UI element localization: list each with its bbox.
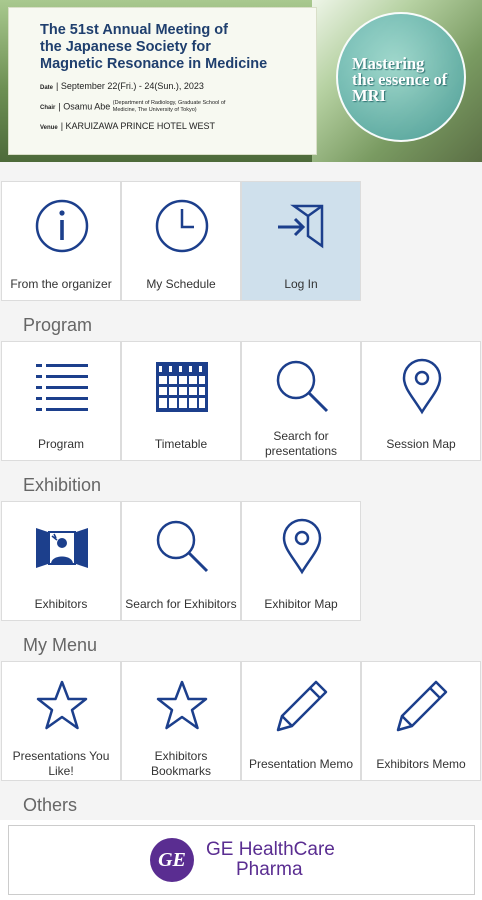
- date-value: September 22(Fri.) - 24(Sun.), 2023: [60, 81, 204, 91]
- tile-label: Log In: [284, 277, 318, 291]
- chair-row: Chair | Osamu Abe (Department of Radiolog…: [40, 100, 306, 115]
- tile-log-in[interactable]: Log In: [241, 181, 361, 301]
- title-line-2: the Japanese Society for: [40, 39, 211, 55]
- date-row: Date | September 22(Fri.) - 24(Sun.), 202…: [40, 81, 204, 91]
- tagline-badge: Mastering the essence of MRI: [336, 12, 466, 142]
- tile-program[interactable]: Program: [1, 341, 121, 461]
- tile-label: Exhibitors: [34, 597, 88, 611]
- tile-label: Program: [37, 437, 84, 451]
- title-line-3: Magnetic Resonance in Medicine: [40, 56, 268, 72]
- exhibitor-booth-icon: [32, 516, 92, 576]
- tile-label: Exhibitor Map: [264, 597, 338, 611]
- tagline-line-3: MRI: [352, 86, 386, 105]
- star-icon: [32, 676, 92, 736]
- star-icon: [152, 676, 212, 736]
- calendar-icon: [152, 356, 212, 416]
- tile-label: Search for presentations: [264, 429, 338, 458]
- info-icon: [32, 196, 92, 256]
- tile-search-for-presentations[interactable]: Search for presentations: [241, 341, 361, 461]
- search-icon: [152, 516, 212, 576]
- tile-label: Timetable: [154, 437, 208, 451]
- tile-exhibitor-map[interactable]: Exhibitor Map: [241, 501, 361, 621]
- section-title-my-menu: My Menu: [23, 635, 98, 655]
- chair-key: Chair: [40, 105, 56, 112]
- tile-label: My Schedule: [146, 277, 216, 291]
- section-title-program: Program: [23, 315, 93, 335]
- footer-ad-area: GE GE HealthCare Pharma: [0, 820, 482, 900]
- login-icon: [272, 196, 332, 256]
- tile-presentation-memo[interactable]: Presentation Memo: [241, 661, 361, 781]
- banner-info-panel: The 51st Annual Meeting of the Japanese …: [8, 7, 317, 155]
- exhibition-row: Exhibitors Search for Exhibitors Exhibit…: [0, 501, 482, 621]
- tile-search-for-exhibitors[interactable]: Search for Exhibitors: [121, 501, 241, 621]
- tile-label: Session Map: [386, 437, 456, 451]
- tile-label: Exhibitors Memo: [376, 757, 466, 771]
- date-key: Date: [40, 85, 54, 91]
- section-title-exhibition: Exhibition: [23, 475, 102, 495]
- brand-line-1: GE HealthCare: [206, 839, 335, 860]
- sponsor-ad-banner[interactable]: GE GE HealthCare Pharma: [8, 825, 475, 895]
- chair-value: Osamu Abe: [63, 101, 111, 112]
- map-pin-icon: [392, 356, 452, 416]
- sponsor-brand: GE HealthCare Pharma: [206, 840, 335, 880]
- conference-title: The 51st Annual Meeting of the Japanese …: [40, 22, 306, 73]
- tile-label: Search for Exhibitors: [125, 597, 237, 611]
- tile-timetable[interactable]: Timetable: [121, 341, 241, 461]
- tile-from-the-organizer[interactable]: From the organizer: [1, 181, 121, 301]
- tile-exhibitors-memo[interactable]: Exhibitors Memo: [361, 661, 481, 781]
- tile-label: Presentation Memo: [248, 757, 354, 771]
- tile-my-schedule[interactable]: My Schedule: [121, 181, 241, 301]
- search-icon: [272, 356, 332, 416]
- tile-label: Presentations You Like!: [12, 749, 110, 778]
- brand-line-2: Pharma: [236, 859, 303, 880]
- tile-label: Exhibitors Bookmarks: [150, 749, 212, 778]
- ge-logo-icon: GE: [150, 838, 194, 882]
- tile-label: From the organizer: [10, 277, 112, 291]
- pencil-icon: [392, 676, 452, 736]
- title-line-1: The 51st Annual Meeting of: [40, 22, 228, 38]
- tile-session-map[interactable]: Session Map: [361, 341, 481, 461]
- my-menu-row: Presentations You Like! Exhibitors Bookm…: [0, 661, 482, 781]
- venue-value: KARUIZAWA PRINCE HOTEL WEST: [65, 121, 216, 132]
- venue-row: Venue | KARUIZAWA PRINCE HOTEL WEST: [40, 121, 216, 132]
- program-row: Program Timetable Search for presentatio…: [0, 341, 482, 461]
- chair-note: (Department of Radiology, Graduate Schoo…: [112, 100, 226, 113]
- clock-icon: [152, 196, 212, 256]
- section-title-others: Others: [23, 795, 78, 815]
- tile-exhibitors-bookmarks[interactable]: Exhibitors Bookmarks: [121, 661, 241, 781]
- conference-banner: The 51st Annual Meeting of the Japanese …: [0, 0, 482, 162]
- venue-key: Venue: [40, 125, 58, 132]
- list-icon: [32, 356, 92, 416]
- tile-exhibitors[interactable]: Exhibitors: [1, 501, 121, 621]
- tile-presentations-you-like[interactable]: Presentations You Like!: [1, 661, 121, 781]
- pencil-icon: [272, 676, 332, 736]
- map-pin-icon: [272, 516, 332, 576]
- top-menu-row: From the organizer My Schedule Log In: [0, 181, 482, 301]
